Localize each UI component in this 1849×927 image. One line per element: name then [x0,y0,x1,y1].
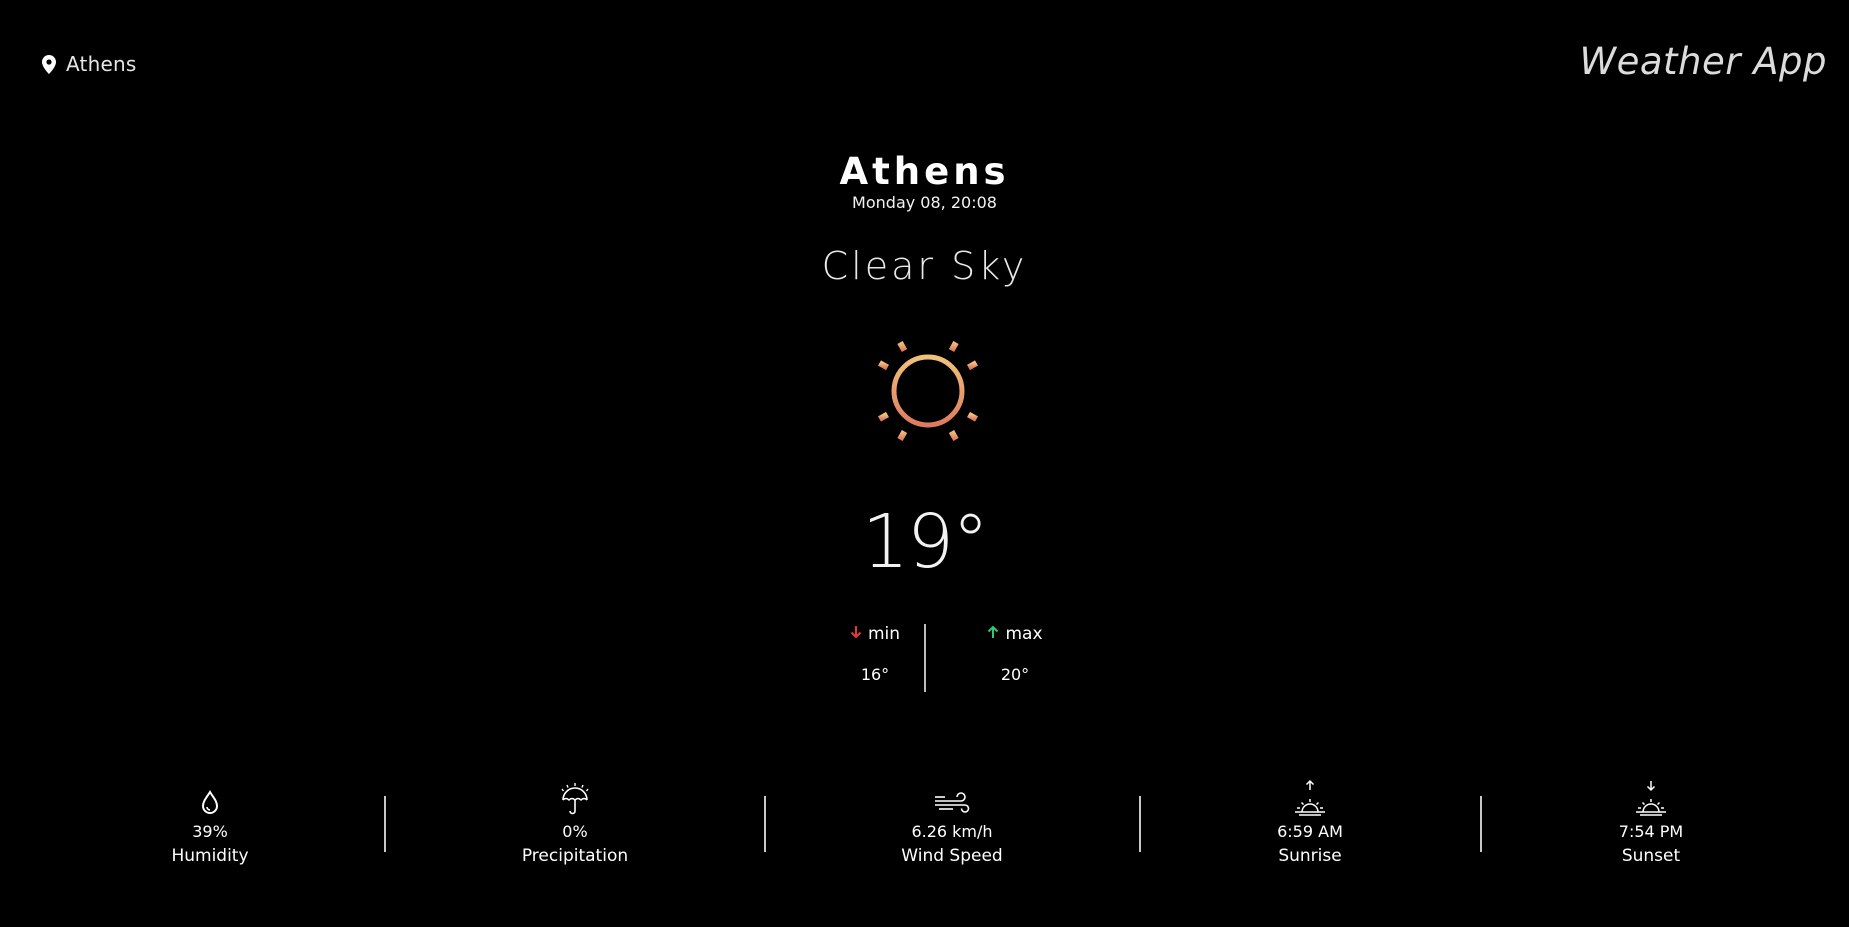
droplet-icon [110,780,310,816]
sunset-value: 7:54 PM [1618,822,1684,841]
arrow-down-icon [850,624,862,644]
arrow-up-icon [987,624,999,644]
map-pin-icon [42,54,56,74]
min-max-panel: min 16° max 20° [820,622,1043,694]
max-value: 20° [1000,665,1030,684]
min-value: 16° [860,665,890,684]
location-button[interactable]: Athens [42,52,136,76]
sunset-label: Sunset [1621,846,1681,866]
divider [384,796,386,852]
min-label: min [867,624,901,644]
humidity-stat: 39% Humidity [110,780,310,866]
precipitation-label: Precipitation [521,846,629,866]
wind-icon [852,780,1052,816]
current-temperature: 19° [861,499,989,585]
sunset-stat: 7:54 PM Sunset [1551,780,1751,866]
weather-condition: Clear Sky [821,244,1028,288]
umbrella-icon [475,780,675,816]
humidity-label: Humidity [171,846,249,866]
location-label: Athens [66,52,137,76]
min-temp-block: min 16° [830,622,920,684]
sunrise-value: 6:59 AM [1277,822,1343,841]
divider [1480,796,1482,852]
weather-app: Athens Weather App Athens Monday 08, 20:… [0,0,1849,927]
sunrise-label: Sunrise [1278,846,1342,866]
wind-speed-stat: 6.26 km/h Wind Speed [852,780,1052,866]
sunrise-stat: 6:59 AM Sunrise [1210,780,1410,866]
precipitation-value: 0% [562,822,588,841]
date-time: Monday 08, 20:08 [852,193,997,212]
wind-speed-value: 6.26 km/h [911,822,993,841]
sunset-icon [1551,780,1751,816]
sun-icon [870,333,986,449]
weather-stats: 39% Humidity 0% Precipitation 6.26 km/h … [0,780,1849,880]
divider [1139,796,1141,852]
app-title: Weather App [1579,40,1827,83]
humidity-value: 39% [192,822,228,841]
city-name: Athens [839,150,1010,193]
wind-speed-label: Wind Speed [901,846,1003,866]
divider [924,624,926,692]
precipitation-stat: 0% Precipitation [475,780,675,866]
max-label: max [1005,624,1043,644]
max-temp-block: max 20° [970,622,1060,684]
sunrise-icon [1210,780,1410,816]
divider [764,796,766,852]
